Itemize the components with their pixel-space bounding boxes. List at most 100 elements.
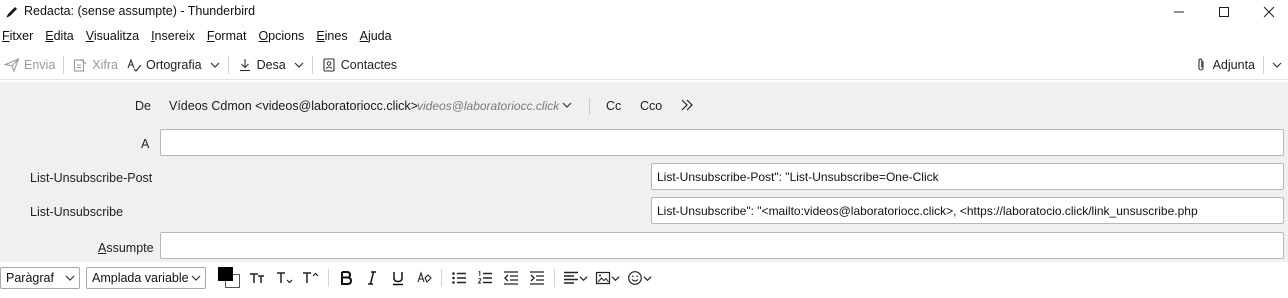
outdent-button[interactable] bbox=[499, 266, 523, 290]
menu-label: ormat bbox=[214, 29, 247, 43]
list-unsubscribe-input[interactable]: List-Unsubscribe": "<mailto:videos@labor… bbox=[651, 197, 1284, 224]
spelling-button[interactable]: Ortografia bbox=[122, 52, 206, 78]
menu-accel: F bbox=[2, 29, 10, 43]
send-icon bbox=[4, 57, 20, 73]
paragraph-format-value: Paràgraf bbox=[6, 271, 54, 285]
menu-label: itxer bbox=[9, 29, 34, 43]
menu-help[interactable]: Ajuda bbox=[357, 29, 395, 43]
from-label: De bbox=[135, 99, 151, 113]
menu-label: nsereix bbox=[154, 29, 195, 43]
indent-button[interactable] bbox=[525, 266, 549, 290]
italic-button[interactable] bbox=[360, 266, 384, 290]
text-color-swatch[interactable] bbox=[218, 267, 233, 281]
send-label: Envia bbox=[24, 57, 56, 72]
numbered-list-icon bbox=[477, 270, 492, 284]
text-smaller-icon bbox=[277, 272, 293, 284]
menu-label: dita bbox=[53, 29, 74, 43]
insert-image-dropdown-button[interactable] bbox=[592, 266, 622, 290]
chevron-down-icon bbox=[578, 275, 588, 281]
menu-accel: V bbox=[85, 29, 94, 43]
attach-dropdown-button[interactable] bbox=[1268, 52, 1286, 78]
compose-pencil-icon bbox=[6, 7, 17, 18]
menu-label: isualitza bbox=[93, 29, 140, 43]
from-identity-select[interactable]: Vídeos Cdmon <videos@laboratoriocc.click… bbox=[169, 99, 418, 113]
menu-format[interactable]: Format bbox=[204, 29, 250, 43]
maximize-icon bbox=[1219, 7, 1229, 17]
chevron-down-icon bbox=[210, 62, 220, 68]
chevron-down-icon bbox=[610, 275, 620, 281]
custom-header-label: List-Unsubscribe-Post bbox=[30, 171, 153, 185]
italic-icon bbox=[368, 271, 376, 285]
attach-label: Adjunta bbox=[1212, 57, 1255, 72]
contacts-button[interactable]: Contactes bbox=[317, 52, 401, 78]
eraser-icon bbox=[417, 271, 432, 283]
spelling-dropdown-button[interactable] bbox=[206, 52, 224, 78]
bold-icon bbox=[341, 271, 353, 285]
menu-bar: Fitxer Edita Visualitza Insereix Format … bbox=[0, 26, 1288, 46]
toolbar-separator bbox=[1263, 55, 1264, 74]
header-separator bbox=[589, 98, 590, 114]
minimize-button[interactable] bbox=[1156, 0, 1202, 24]
attach-button[interactable]: Adjunta bbox=[1189, 52, 1259, 78]
more-headers-icon[interactable] bbox=[680, 97, 694, 113]
custom-header-label: List-Unsubscribe bbox=[30, 205, 124, 219]
chevron-down-icon bbox=[1272, 62, 1282, 68]
save-dropdown-button[interactable] bbox=[290, 52, 308, 78]
menu-view[interactable]: Visualitza bbox=[83, 29, 142, 43]
menu-tools[interactable]: Eines bbox=[313, 29, 350, 43]
menu-file[interactable]: Fitxer bbox=[0, 29, 36, 43]
subject-label: Assumpte bbox=[98, 241, 154, 255]
menu-edit[interactable]: Edita bbox=[42, 29, 77, 43]
align-left-icon bbox=[563, 271, 578, 284]
send-button[interactable]: Envia bbox=[0, 52, 59, 78]
menu-label: juda bbox=[367, 29, 392, 43]
bcc-button[interactable]: Cco bbox=[640, 99, 662, 113]
custom-header-value: List-Unsubscribe-Post": "List-Unsubscrib… bbox=[657, 170, 939, 184]
paperclip-icon bbox=[1198, 58, 1204, 71]
menu-accel: O bbox=[258, 29, 269, 43]
align-dropdown-button[interactable] bbox=[560, 266, 590, 290]
increase-font-button[interactable] bbox=[299, 266, 323, 290]
encrypt-button[interactable]: Xifra bbox=[68, 52, 122, 78]
numbered-list-button[interactable] bbox=[473, 266, 497, 290]
bullet-list-icon bbox=[452, 272, 466, 284]
subject-input[interactable] bbox=[160, 232, 1284, 259]
list-unsubscribe-post-input[interactable]: List-Unsubscribe-Post": "List-Unsubscrib… bbox=[651, 163, 1284, 190]
compose-toolbar: Envia Xifra Ortografia Desa Contactes Ad… bbox=[0, 50, 1288, 80]
save-label: Desa bbox=[256, 57, 286, 72]
address-book-icon bbox=[323, 57, 335, 72]
minimize-icon bbox=[1174, 11, 1184, 13]
paragraph-format-select[interactable]: Paràgraf bbox=[0, 267, 80, 289]
chevron-down-icon[interactable] bbox=[561, 99, 573, 111]
subject-label-rest: ssumpte bbox=[106, 241, 154, 255]
encrypt-label: Xifra bbox=[92, 57, 118, 72]
bullet-list-button[interactable] bbox=[447, 266, 471, 290]
to-input[interactable] bbox=[160, 129, 1284, 156]
text-color-button[interactable] bbox=[216, 266, 240, 290]
save-button[interactable]: Desa bbox=[233, 52, 290, 78]
window-title: Redacta: (sense assumpte) - Thunderbird bbox=[24, 4, 256, 18]
maximize-button[interactable] bbox=[1201, 0, 1247, 24]
font-select[interactable]: Amplada variable bbox=[86, 267, 206, 289]
menu-options[interactable]: Opcions bbox=[255, 29, 307, 43]
image-icon bbox=[595, 271, 610, 285]
close-window-button[interactable] bbox=[1246, 0, 1288, 24]
chevron-down-icon bbox=[294, 62, 304, 68]
font-size-icon bbox=[250, 273, 264, 283]
to-label: A bbox=[141, 137, 150, 151]
toolbar-separator bbox=[311, 55, 313, 74]
menu-accel: A bbox=[359, 29, 368, 43]
chevron-down-icon bbox=[65, 275, 75, 281]
remove-formatting-button[interactable] bbox=[412, 266, 436, 290]
decrease-font-button[interactable] bbox=[273, 266, 297, 290]
bold-button[interactable] bbox=[334, 266, 358, 290]
smaller-font-button[interactable] bbox=[247, 266, 271, 290]
menu-insert[interactable]: Insereix bbox=[148, 29, 198, 43]
insert-emoji-dropdown-button[interactable] bbox=[624, 266, 654, 290]
format-separator bbox=[441, 269, 442, 287]
underline-button[interactable] bbox=[386, 266, 410, 290]
cc-button[interactable]: Cc bbox=[606, 99, 621, 113]
text-larger-icon bbox=[303, 272, 319, 283]
format-separator bbox=[554, 269, 555, 287]
toolbar-separator bbox=[227, 55, 229, 74]
